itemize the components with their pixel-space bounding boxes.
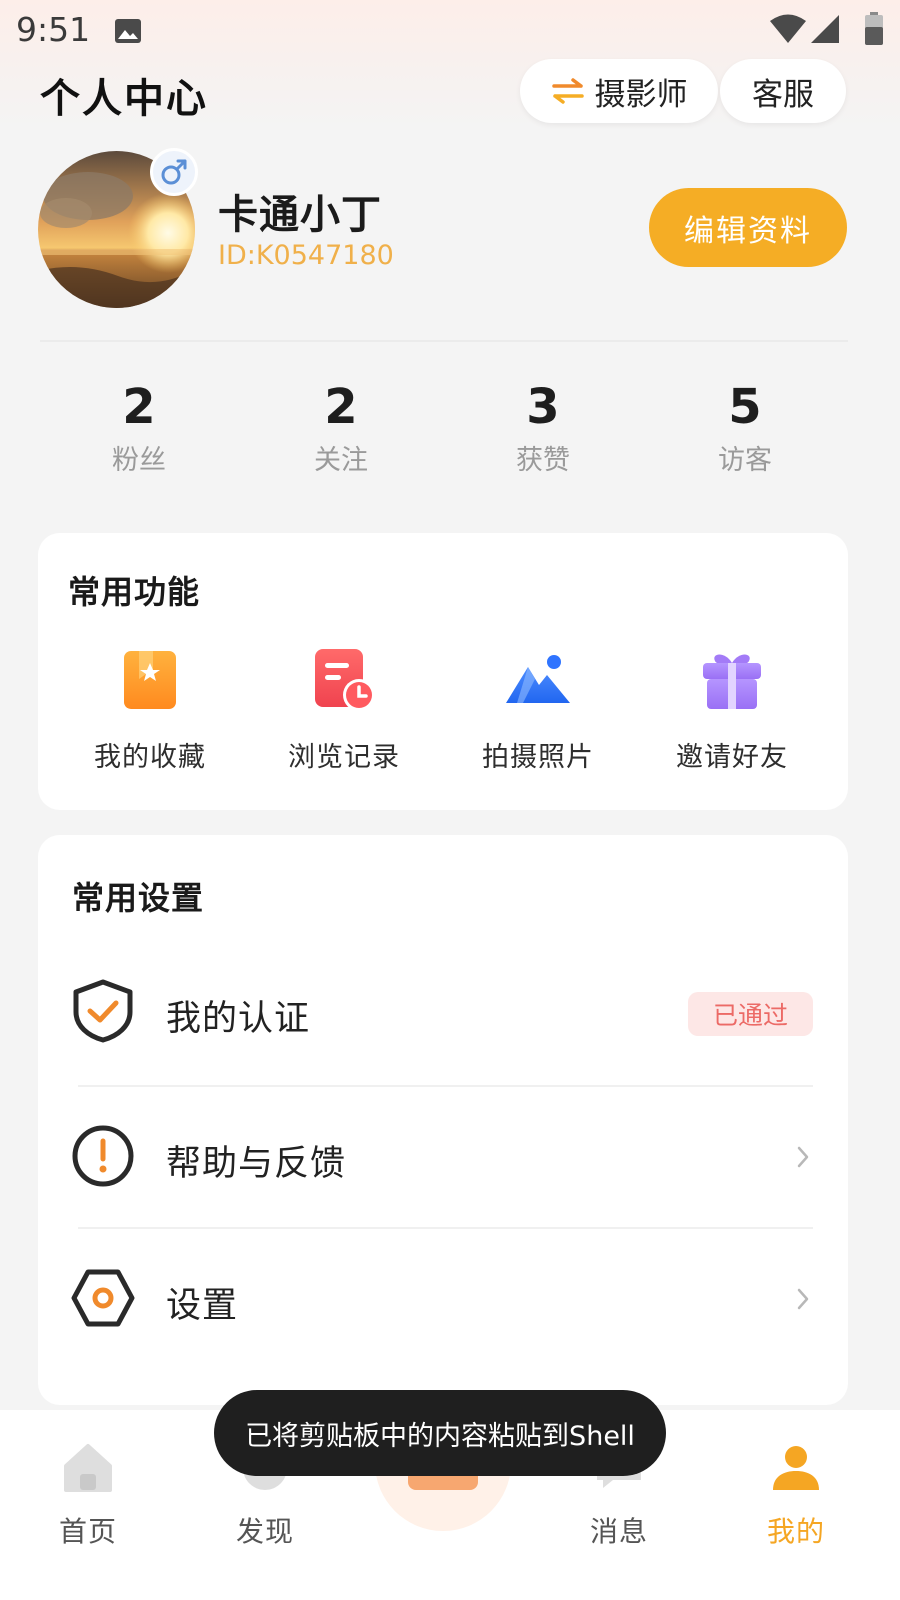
settings-hexagon-icon bbox=[71, 1269, 135, 1327]
chevron-right-icon bbox=[797, 1146, 809, 1168]
func-label: 邀请好友 bbox=[676, 742, 788, 773]
home-icon bbox=[64, 1444, 112, 1492]
nav-label: 我的 bbox=[766, 1515, 825, 1548]
history-doc-icon bbox=[315, 649, 375, 711]
stat-likes[interactable]: 3 获赞 bbox=[443, 378, 643, 477]
nav-label: 首页 bbox=[58, 1515, 117, 1548]
switch-role-label: 摄影师 bbox=[594, 76, 688, 113]
common-settings-card: 常用设置 我的认证 已通过 帮助与反馈 设置 bbox=[38, 835, 848, 1405]
common-functions-card: 常用功能 我的收藏 浏览记录 拍摄照片 邀请好友 bbox=[38, 533, 848, 810]
gift-icon bbox=[703, 654, 761, 709]
stat-label: 粉丝 bbox=[112, 445, 166, 476]
nav-home[interactable]: 首页 bbox=[28, 1440, 148, 1550]
male-gender-icon bbox=[150, 148, 198, 196]
nav-label: 发现 bbox=[235, 1515, 294, 1548]
func-take-photo[interactable]: 拍摄照片 bbox=[438, 645, 638, 774]
nav-label: 消息 bbox=[589, 1515, 648, 1548]
user-id: ID:K0547180 bbox=[218, 240, 394, 271]
chevron-right-icon bbox=[797, 1288, 809, 1310]
switch-role-button[interactable]: 摄影师 bbox=[520, 59, 718, 123]
swap-icon bbox=[551, 78, 584, 104]
func-label: 我的收藏 bbox=[94, 742, 206, 773]
func-history[interactable]: 浏览记录 bbox=[244, 645, 444, 774]
help-alert-icon bbox=[72, 1125, 134, 1187]
stat-label: 获赞 bbox=[516, 445, 570, 476]
toast-message: 已将剪贴板中的内容粘贴到Shell bbox=[214, 1390, 666, 1476]
battery-icon bbox=[865, 12, 883, 45]
stat-fans[interactable]: 2 粉丝 bbox=[39, 378, 239, 477]
user-icon bbox=[773, 1446, 819, 1490]
stat-value: 2 bbox=[324, 379, 358, 435]
settings-label: 设置 bbox=[166, 1286, 239, 1326]
settings-label: 我的认证 bbox=[166, 999, 311, 1039]
func-invite-friends[interactable]: 邀请好友 bbox=[632, 645, 832, 774]
stat-label: 关注 bbox=[314, 445, 368, 476]
settings-row-help[interactable]: 帮助与反馈 bbox=[38, 1085, 848, 1225]
settings-row-verification[interactable]: 我的认证 已通过 bbox=[38, 940, 848, 1080]
stat-following[interactable]: 2 关注 bbox=[241, 378, 441, 477]
status-bar: 9:51 bbox=[0, 0, 900, 60]
stat-value: 5 bbox=[728, 379, 762, 435]
settings-row-settings[interactable]: 设置 bbox=[38, 1227, 848, 1367]
settings-label: 帮助与反馈 bbox=[166, 1144, 347, 1184]
divider bbox=[40, 340, 848, 342]
nav-mine[interactable]: 我的 bbox=[736, 1440, 856, 1550]
stat-label: 访客 bbox=[718, 445, 772, 476]
stat-visitors[interactable]: 5 访客 bbox=[645, 378, 845, 477]
func-favorites[interactable]: 我的收藏 bbox=[50, 645, 250, 774]
user-name: 卡通小丁 bbox=[218, 192, 382, 238]
section-title: 常用功能 bbox=[68, 573, 201, 611]
signal-icon bbox=[811, 15, 839, 43]
shield-check-icon bbox=[73, 979, 133, 1043]
mountain-photo-icon bbox=[506, 655, 570, 703]
stat-value: 2 bbox=[122, 379, 156, 435]
customer-service-button[interactable]: 客服 bbox=[720, 59, 846, 123]
page-title: 个人中心 bbox=[40, 76, 208, 122]
func-label: 浏览记录 bbox=[288, 742, 400, 773]
bookmark-star-icon bbox=[124, 651, 176, 709]
stat-value: 3 bbox=[526, 379, 560, 435]
func-label: 拍摄照片 bbox=[482, 742, 594, 773]
status-time: 9:51 bbox=[16, 10, 91, 49]
section-title: 常用设置 bbox=[72, 879, 205, 917]
status-badge: 已通过 bbox=[688, 992, 813, 1036]
edit-profile-button[interactable]: 编辑资料 bbox=[649, 188, 847, 267]
wifi-icon bbox=[770, 14, 806, 43]
image-notification-icon bbox=[115, 19, 141, 43]
